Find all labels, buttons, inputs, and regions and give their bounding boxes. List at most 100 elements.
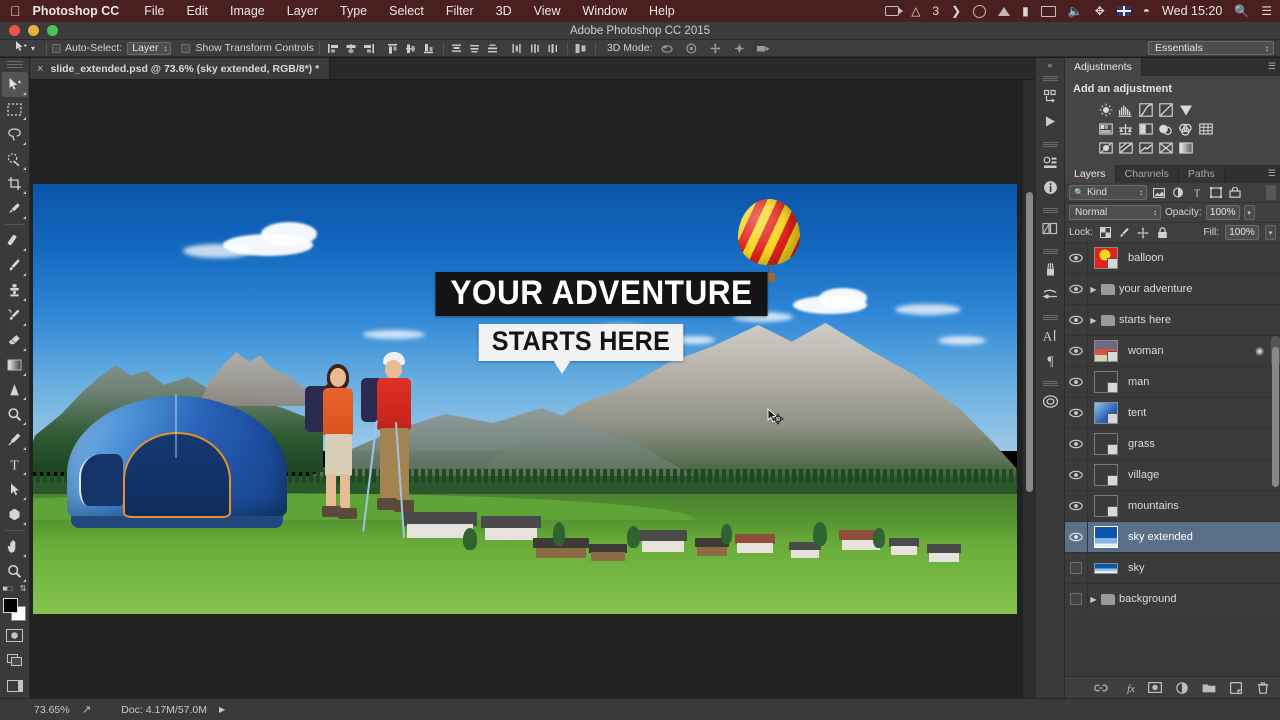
table-row[interactable]: woman ◉ xyxy=(1065,335,1280,367)
lock-image-pixels-icon[interactable] xyxy=(1118,226,1131,240)
hand-tool[interactable] xyxy=(2,534,28,559)
keyboard-flag-icon[interactable] xyxy=(1116,6,1131,16)
dodge-tool[interactable] xyxy=(2,402,28,427)
fill-value[interactable]: 100% xyxy=(1225,225,1259,240)
new-adjustment-layer-icon[interactable] xyxy=(1175,681,1189,695)
pen-tool[interactable] xyxy=(2,427,28,452)
brush-tool[interactable] xyxy=(2,253,28,278)
lock-position-icon[interactable] xyxy=(1137,226,1150,240)
table-row[interactable]: village xyxy=(1065,459,1280,491)
menu-item-type[interactable]: Type xyxy=(329,4,378,18)
quick-mask-icon[interactable] xyxy=(2,623,28,648)
rail-grip[interactable] xyxy=(1042,381,1058,386)
clone-stamp-tool[interactable] xyxy=(2,278,28,303)
panel-menu-icon[interactable]: ☰ xyxy=(1268,168,1276,179)
zoom-level[interactable]: 73.65% xyxy=(0,704,82,716)
lock-transparent-pixels-icon[interactable] xyxy=(1099,226,1112,240)
menu-item-edit[interactable]: Edit xyxy=(175,4,219,18)
scale-3d-icon[interactable] xyxy=(755,41,772,56)
black-white-icon[interactable] xyxy=(1137,121,1154,137)
levels-icon[interactable] xyxy=(1117,102,1134,118)
rail-grip[interactable] xyxy=(1042,76,1058,81)
display-icon[interactable] xyxy=(1040,5,1056,17)
rail-grip[interactable] xyxy=(1042,142,1058,147)
history-brush-tool[interactable] xyxy=(2,303,28,328)
menu-item-filter[interactable]: Filter xyxy=(435,4,485,18)
filter-shape-icon[interactable] xyxy=(1208,185,1223,200)
table-row[interactable]: sky xyxy=(1065,552,1280,584)
menu-item-window[interactable]: Window xyxy=(572,4,638,18)
exposure-icon[interactable] xyxy=(1157,102,1174,118)
document-canvas-area[interactable]: YOUR ADVENTURE STARTS HERE xyxy=(30,80,1035,698)
dropbox-icon[interactable] xyxy=(998,6,1011,16)
vibrance-icon[interactable] xyxy=(1177,102,1194,118)
card-icon[interactable]: ▮ xyxy=(1022,4,1029,18)
layer-thumbnail[interactable] xyxy=(1088,526,1124,548)
share-icon[interactable]: ↗ xyxy=(82,703,91,716)
info-panel-icon[interactable] xyxy=(1037,175,1063,200)
rotate-3d-icon[interactable] xyxy=(659,41,676,56)
layer-name[interactable]: village xyxy=(1124,469,1159,481)
layer-list[interactable]: balloon ▶ your adventure ▶ starts here w… xyxy=(1065,243,1280,611)
toolbar-grip[interactable] xyxy=(7,61,23,68)
apple-icon[interactable]:  xyxy=(0,4,33,18)
table-row[interactable]: balloon xyxy=(1065,243,1280,274)
screen-mode-icon[interactable] xyxy=(2,648,28,673)
layer-name[interactable]: sky extended xyxy=(1124,531,1193,543)
filter-type-icon[interactable]: T xyxy=(1189,185,1204,200)
layer-visibility-toggle[interactable] xyxy=(1065,593,1087,605)
layer-name[interactable]: grass xyxy=(1124,438,1155,450)
group-disclosure-triangle[interactable]: ▶ xyxy=(1088,595,1099,604)
rail-grip[interactable] xyxy=(1042,249,1058,254)
lock-all-icon[interactable] xyxy=(1156,226,1169,240)
eraser-tool[interactable] xyxy=(2,328,28,353)
tool-preset-caret[interactable]: ▾ xyxy=(31,44,35,53)
layer-name[interactable]: woman xyxy=(1124,345,1163,357)
curves-icon[interactable] xyxy=(1137,102,1154,118)
cc-libraries-panel-icon[interactable] xyxy=(1037,389,1063,414)
menu-item-layer[interactable]: Layer xyxy=(276,4,329,18)
align-vertical-centers-icon[interactable] xyxy=(403,41,420,56)
color-swatches-panel-icon[interactable] xyxy=(1037,216,1063,241)
layer-kind-filter-dropdown[interactable]: 🔍 Kind xyxy=(1069,185,1147,200)
table-row[interactable]: man xyxy=(1065,366,1280,398)
tab-channels[interactable]: Channels xyxy=(1115,165,1179,183)
layer-name[interactable]: man xyxy=(1124,376,1149,388)
layer-name[interactable]: sky xyxy=(1124,562,1145,574)
layer-visibility-toggle[interactable] xyxy=(1065,346,1087,356)
add-layer-mask-icon[interactable] xyxy=(1148,681,1162,695)
align-left-edges-icon[interactable] xyxy=(325,41,342,56)
opacity-stepper[interactable]: ▾ xyxy=(1243,205,1255,220)
expand-arrow-icon[interactable]: ▶ xyxy=(219,705,225,714)
hue-saturation-icon[interactable] xyxy=(1097,121,1114,137)
layer-visibility-toggle[interactable] xyxy=(1065,562,1087,574)
new-group-icon[interactable] xyxy=(1202,681,1216,695)
brightness-contrast-icon[interactable] xyxy=(1097,102,1114,118)
distribute-bottom-edges-icon[interactable] xyxy=(485,41,502,56)
menu-item-image[interactable]: Image xyxy=(219,4,276,18)
layer-visibility-toggle[interactable] xyxy=(1065,315,1087,325)
auto-select-scope-dropdown[interactable]: Layer xyxy=(127,41,172,55)
filter-pixel-icon[interactable] xyxy=(1151,185,1166,200)
layer-visibility-toggle[interactable] xyxy=(1065,408,1087,418)
actions-panel-icon[interactable] xyxy=(1037,109,1063,134)
layer-visibility-toggle[interactable] xyxy=(1065,377,1087,387)
default-colors-icon[interactable]: ■□ xyxy=(3,584,13,593)
align-bottom-edges-icon[interactable] xyxy=(421,41,438,56)
current-tool-indicator[interactable]: ▾ xyxy=(0,40,41,56)
workspace-selector[interactable]: Essentials xyxy=(1148,41,1274,55)
gradient-map-icon[interactable] xyxy=(1177,140,1194,156)
screen-record-icon[interactable] xyxy=(885,6,904,16)
layer-visibility-toggle[interactable] xyxy=(1065,470,1087,480)
invert-icon[interactable] xyxy=(1097,140,1114,156)
layer-thumbnail[interactable] xyxy=(1088,562,1124,574)
blend-mode-dropdown[interactable]: Normal xyxy=(1069,205,1161,220)
history-panel-icon[interactable] xyxy=(1037,84,1063,109)
align-right-edges-icon[interactable] xyxy=(361,41,378,56)
type-tool[interactable]: T xyxy=(2,452,28,477)
notification-center-icon[interactable]: ☰ xyxy=(1261,4,1272,18)
artboard[interactable]: YOUR ADVENTURE STARTS HERE xyxy=(33,184,1017,614)
canvas-vertical-scrollbar[interactable] xyxy=(1022,80,1035,698)
color-lookup-icon[interactable] xyxy=(1197,121,1214,137)
drag-3d-icon[interactable] xyxy=(707,41,724,56)
